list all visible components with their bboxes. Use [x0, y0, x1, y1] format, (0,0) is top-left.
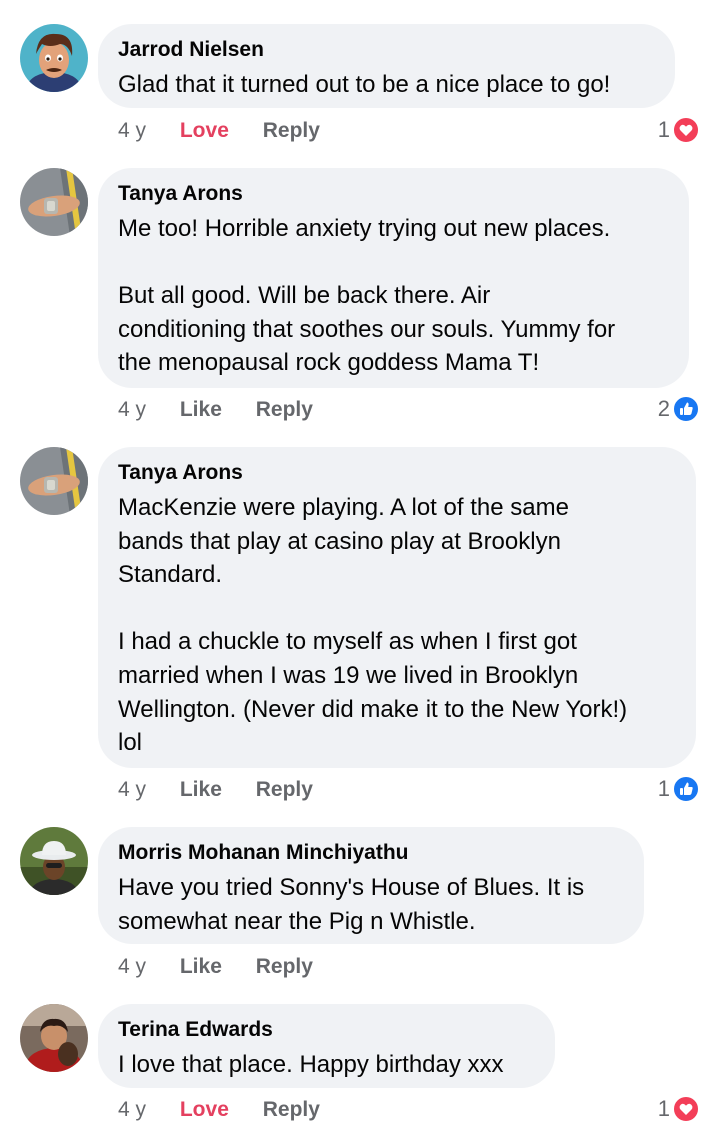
timestamp[interactable]: 4 y: [118, 397, 146, 423]
man-with-hat-avatar-icon: [20, 827, 88, 895]
like-reaction-button[interactable]: Like: [180, 954, 222, 980]
reply-button[interactable]: Reply: [256, 397, 313, 423]
timestamp[interactable]: 4 y: [118, 777, 146, 803]
avatar[interactable]: [20, 168, 88, 236]
love-reaction-button[interactable]: Love: [180, 118, 229, 144]
comment-text: MacKenzie were playing. A lot of the sam…: [118, 494, 628, 757]
comment-bubble: Morris Mohanan Minchiyathu Have you trie…: [98, 827, 644, 944]
avatar[interactable]: [20, 1004, 88, 1072]
reaction-count: 1: [657, 117, 670, 142]
comment-text: Me too! Horrible anxiety trying out new …: [118, 215, 616, 377]
reply-button[interactable]: Reply: [256, 954, 313, 980]
comment-text: I love that place. Happy birthday xxx: [118, 1051, 504, 1078]
comment-actions: 4 y Like Reply: [118, 777, 313, 803]
thumbs-up-icon: [672, 775, 700, 803]
wrist-photo-avatar-icon: [20, 447, 88, 515]
comment-actions: 4 y Like Reply: [118, 397, 313, 423]
comment-bubble: Tanya Arons Me too! Horrible anxiety try…: [98, 168, 689, 388]
reaction-summary[interactable]: 2: [658, 395, 700, 423]
comment-bubble: Jarrod Nielsen Glad that it turned out t…: [98, 24, 675, 108]
timestamp[interactable]: 4 y: [118, 118, 146, 144]
reaction-summary[interactable]: 1: [658, 1095, 700, 1123]
like-reaction-button[interactable]: Like: [180, 777, 222, 803]
wrist-photo-avatar-icon: [20, 168, 88, 236]
timestamp[interactable]: 4 y: [118, 954, 146, 980]
heart-icon: [672, 1095, 700, 1123]
reply-button[interactable]: Reply: [263, 118, 320, 144]
like-reaction-button[interactable]: Like: [180, 397, 222, 423]
heart-icon: [672, 116, 700, 144]
thumbs-up-icon: [672, 395, 700, 423]
reaction-count: 1: [657, 1096, 670, 1121]
love-reaction-button[interactable]: Love: [180, 1097, 229, 1123]
avatar[interactable]: [20, 24, 88, 92]
avatar[interactable]: [20, 827, 88, 895]
comment-bubble: Terina Edwards I love that place. Happy …: [98, 1004, 555, 1088]
comment-text: Have you tried Sonny's House of Blues. I…: [118, 874, 585, 935]
author-name[interactable]: Morris Mohanan Minchiyathu: [118, 840, 622, 866]
timestamp[interactable]: 4 y: [118, 1097, 146, 1123]
person-photo-avatar-icon: [20, 1004, 88, 1072]
reaction-summary[interactable]: 1: [658, 116, 700, 144]
comment-bubble: Tanya Arons MacKenzie were playing. A lo…: [98, 447, 696, 768]
reaction-count: 2: [657, 396, 670, 421]
avatar[interactable]: [20, 447, 88, 515]
author-name[interactable]: Jarrod Nielsen: [118, 37, 653, 63]
comment-actions: 4 y Like Reply: [118, 954, 313, 980]
reaction-summary[interactable]: 1: [658, 775, 700, 803]
cartoon-avatar-icon: [20, 24, 88, 92]
comment-text: Glad that it turned out to be a nice pla…: [118, 71, 611, 98]
author-name[interactable]: Terina Edwards: [118, 1017, 533, 1043]
reaction-count: 1: [657, 776, 670, 801]
comment-actions: 4 y Love Reply: [118, 1097, 320, 1123]
reply-button[interactable]: Reply: [256, 777, 313, 803]
author-name[interactable]: Tanya Arons: [118, 181, 667, 207]
reply-button[interactable]: Reply: [263, 1097, 320, 1123]
author-name[interactable]: Tanya Arons: [118, 460, 674, 486]
comment-actions: 4 y Love Reply: [118, 118, 320, 144]
